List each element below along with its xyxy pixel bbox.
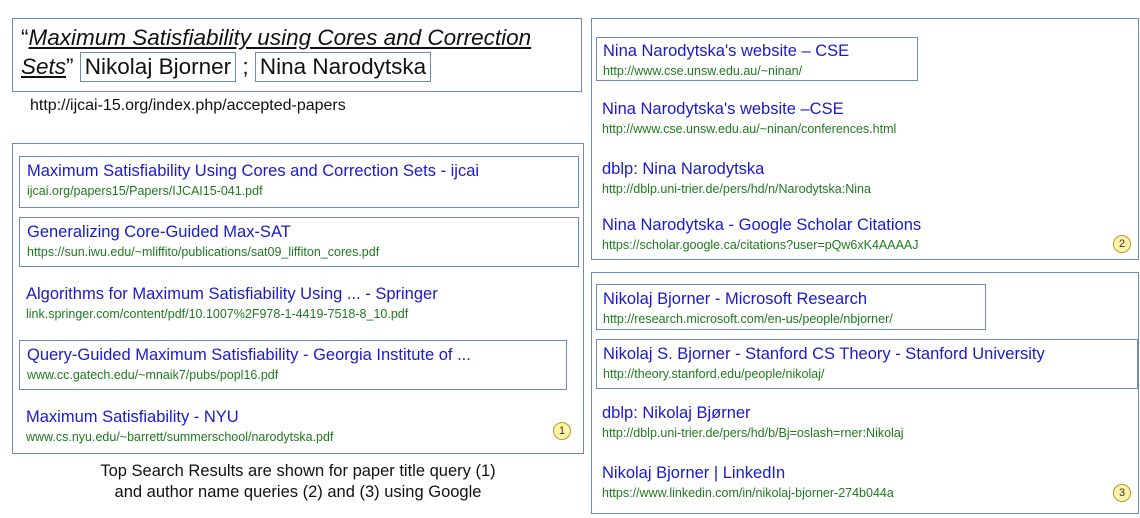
result-item: Maximum Satisfiability - NYU www.cs.nyu.… xyxy=(26,407,333,445)
author-separator: ; xyxy=(236,54,255,79)
result-title-link[interactable]: Nina Narodytska's website – CSE xyxy=(603,41,917,61)
result-url: https://sun.iwu.edu/~mliffito/publicatio… xyxy=(27,245,380,259)
result-url: ijcai.org/papers15/Papers/IJCAI15-041.pd… xyxy=(27,184,263,198)
result-url: http://dblp.uni-trier.de/pers/hd/b/Bj=os… xyxy=(602,426,904,440)
panel-author-nikolaj-results: Nikolaj Bjorner - Microsoft Research htt… xyxy=(591,272,1139,514)
result-item: Nina Narodytska's website –CSE http://ww… xyxy=(602,99,896,137)
result-title-link[interactable]: Nina Narodytska's website –CSE xyxy=(602,99,896,119)
result-item: Generalizing Core-Guided Max-SAT https:/… xyxy=(19,217,579,267)
paper-title-part-1: Maximum Satisfiability using Cores and C… xyxy=(28,25,532,50)
result-title-link[interactable]: Maximum Satisfiability - NYU xyxy=(26,407,333,427)
result-url: www.cc.gatech.edu/~mnaik7/pubs/popl16.pd… xyxy=(27,368,279,382)
result-title-link[interactable]: Nina Narodytska - Google Scholar Citatio… xyxy=(602,215,921,235)
query-1-marker-icon: 1 xyxy=(553,422,571,440)
figure-caption: Top Search Results are shown for paper t… xyxy=(12,461,584,503)
result-url: www.cs.nyu.edu/~barrett/summerschool/nar… xyxy=(26,430,334,444)
close-quote: ” xyxy=(66,54,74,79)
open-quote: “ xyxy=(21,25,29,50)
result-url: http://www.cse.unsw.edu.au/~ninan/ xyxy=(603,64,803,78)
result-url: https://scholar.google.ca/citations?user… xyxy=(602,238,919,252)
query-line-2: Sets” Nikolaj Bjorner ; Nina Narodytska xyxy=(21,52,432,82)
result-item: Nina Narodytska - Google Scholar Citatio… xyxy=(602,215,921,253)
accepted-papers-url: http://ijcai-15.org/index.php/accepted-p… xyxy=(30,97,346,114)
result-item: dblp: Nina Narodytska http://dblp.uni-tr… xyxy=(602,159,871,197)
result-item: Maximum Satisfiability Using Cores and C… xyxy=(19,156,579,208)
result-item: Nikolaj Bjorner | LinkedIn https://www.l… xyxy=(602,463,894,501)
caption-line-1: Top Search Results are shown for paper t… xyxy=(100,462,496,480)
result-url: http://www.cse.unsw.edu.au/~ninan/confer… xyxy=(602,122,897,136)
result-url: http://research.microsoft.com/en-us/peop… xyxy=(603,312,893,326)
result-url: http://theory.stanford.edu/people/nikola… xyxy=(603,367,825,381)
query-3-marker-icon: 3 xyxy=(1113,484,1131,502)
panel-title-query-results: Maximum Satisfiability Using Cores and C… xyxy=(12,143,584,454)
result-title-link[interactable]: Query-Guided Maximum Satisfiability - Ge… xyxy=(27,345,566,365)
result-item: Nina Narodytska's website – CSE http://w… xyxy=(596,37,918,81)
result-title-link[interactable]: Algorithms for Maximum Satisfiability Us… xyxy=(26,284,438,304)
result-title-link[interactable]: Maximum Satisfiability Using Cores and C… xyxy=(27,161,578,181)
result-title-link[interactable]: Nikolaj S. Bjorner - Stanford CS Theory … xyxy=(603,344,1137,364)
result-item: Nikolaj Bjorner - Microsoft Research htt… xyxy=(596,284,986,330)
result-url: http://dblp.uni-trier.de/pers/hd/n/Narod… xyxy=(602,182,871,196)
paper-title-part-2: Sets xyxy=(21,54,67,79)
result-url: link.springer.com/content/pdf/10.1007%2F… xyxy=(26,307,409,321)
panel-author-nina-results: Nina Narodytska's website – CSE http://w… xyxy=(591,18,1139,260)
result-item: dblp: Nikolaj Bjørner http://dblp.uni-tr… xyxy=(602,403,904,441)
query-line-1: “Maximum Satisfiability using Cores and … xyxy=(21,25,531,51)
result-item: Algorithms for Maximum Satisfiability Us… xyxy=(26,284,438,322)
result-title-link[interactable]: Nikolaj Bjorner | LinkedIn xyxy=(602,463,894,483)
result-item: Query-Guided Maximum Satisfiability - Ge… xyxy=(19,340,567,390)
author-nikolaj-bjorner: Nikolaj Bjorner xyxy=(79,52,237,82)
result-url: https://www.linkedin.com/in/nikolaj-bjor… xyxy=(602,486,894,500)
result-title-link[interactable]: Nikolaj Bjorner - Microsoft Research xyxy=(603,289,985,309)
query-2-marker-icon: 2 xyxy=(1113,235,1131,253)
author-nina-narodytska: Nina Narodytska xyxy=(254,52,432,82)
result-title-link[interactable]: Generalizing Core-Guided Max-SAT xyxy=(27,222,578,242)
result-title-link[interactable]: dblp: Nikolaj Bjørner xyxy=(602,403,904,423)
query-box: “Maximum Satisfiability using Cores and … xyxy=(12,18,582,92)
caption-line-2: and author name queries (2) and (3) usin… xyxy=(114,483,482,501)
result-title-link[interactable]: dblp: Nina Narodytska xyxy=(602,159,871,179)
result-item: Nikolaj S. Bjorner - Stanford CS Theory … xyxy=(596,339,1138,389)
